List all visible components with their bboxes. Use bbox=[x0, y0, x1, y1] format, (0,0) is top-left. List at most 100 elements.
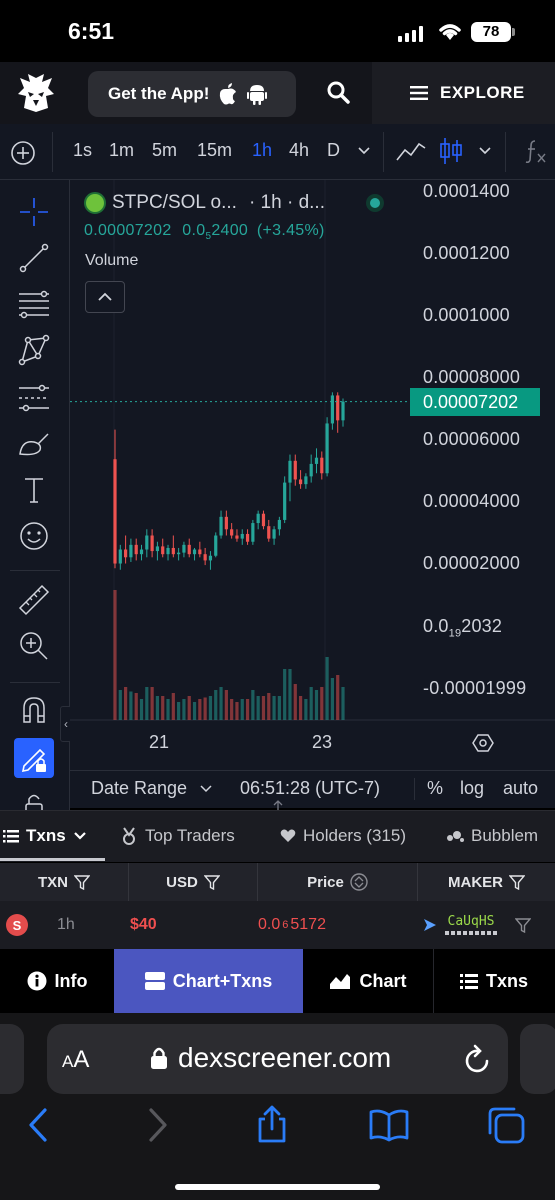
aa-large: A bbox=[73, 1046, 90, 1073]
interval-5m[interactable]: 5m bbox=[152, 140, 177, 161]
candle-body bbox=[272, 529, 276, 539]
swap-currency-icon[interactable] bbox=[350, 873, 368, 891]
interval-1s[interactable]: 1s bbox=[73, 140, 92, 161]
legend-collapse-button[interactable] bbox=[85, 281, 125, 313]
status-time: 6:51 bbox=[68, 18, 115, 44]
percent-scale-toggle[interactable]: % bbox=[427, 778, 443, 799]
chart-legend-title[interactable]: STPC/SOL o... · 1h · d... bbox=[84, 192, 325, 214]
legend-price: 0.00007202 bbox=[84, 222, 172, 239]
candle-body bbox=[235, 535, 239, 539]
line-chart-type-icon[interactable] bbox=[395, 138, 427, 164]
log-scale-toggle[interactable]: log bbox=[460, 778, 484, 799]
forecast-tool-icon[interactable] bbox=[16, 380, 52, 416]
volume-bar bbox=[272, 696, 276, 720]
candle-body bbox=[145, 535, 149, 550]
fib-retracement-tool-icon[interactable] bbox=[16, 286, 52, 322]
brush-tool-icon[interactable] bbox=[16, 426, 52, 462]
url-text[interactable]: dexscreener.com bbox=[178, 1042, 391, 1074]
column-maker-label: MAKER bbox=[448, 873, 503, 891]
chevron-down-icon[interactable] bbox=[357, 146, 371, 156]
candle-body bbox=[320, 457, 324, 474]
candle-body bbox=[298, 479, 303, 485]
price-axis-label: 0.00008000 bbox=[423, 367, 521, 387]
candle-body bbox=[171, 547, 175, 555]
chart-settings-icon[interactable] bbox=[472, 732, 494, 754]
txn-maker[interactable]: CaUqHS bbox=[422, 901, 531, 949]
crosshair-tool-icon[interactable] bbox=[16, 194, 52, 230]
filter-icon[interactable] bbox=[74, 874, 90, 890]
chevron-down-icon[interactable] bbox=[478, 146, 492, 156]
tab-bubblemaps[interactable]: Bubblem bbox=[446, 826, 538, 846]
site-header: Get the App! EXPLORE bbox=[0, 62, 555, 124]
interval-1h[interactable]: 1h bbox=[252, 140, 272, 161]
battery-icon: 78 bbox=[471, 22, 515, 42]
back-icon[interactable] bbox=[26, 1107, 50, 1143]
reload-icon[interactable] bbox=[463, 1043, 493, 1075]
column-price-label: Price bbox=[307, 873, 344, 891]
text-tool-icon[interactable] bbox=[16, 472, 52, 508]
unlock-tool-icon[interactable] bbox=[16, 788, 52, 810]
view-txns-button[interactable]: Txns bbox=[433, 949, 555, 1013]
timezone-clock[interactable]: 06:51:28 (UTC-7) bbox=[240, 778, 380, 799]
column-price[interactable]: Price bbox=[258, 863, 418, 901]
filter-icon[interactable] bbox=[515, 917, 531, 933]
view-chart-button[interactable]: Chart bbox=[303, 949, 433, 1013]
interval-1m[interactable]: 1m bbox=[109, 140, 134, 161]
tabs-icon[interactable] bbox=[486, 1105, 526, 1145]
bookmarks-icon[interactable] bbox=[368, 1107, 410, 1143]
interval-d[interactable]: D bbox=[327, 140, 340, 161]
tab-top-traders-label: Top Traders bbox=[145, 826, 235, 845]
add-symbol-icon[interactable] bbox=[10, 140, 36, 166]
active-tab-indicator bbox=[0, 858, 105, 861]
medal-icon bbox=[123, 827, 135, 845]
forward-icon[interactable] bbox=[146, 1107, 170, 1143]
candle-body bbox=[139, 549, 144, 555]
bubbles-icon bbox=[447, 831, 464, 842]
candle-body bbox=[155, 546, 160, 552]
candle-body bbox=[325, 423, 329, 474]
info-icon bbox=[27, 971, 46, 991]
tab-holders[interactable]: Holders (315) bbox=[280, 826, 406, 846]
candle-body bbox=[293, 460, 297, 480]
reader-options-button[interactable]: AA bbox=[62, 1046, 89, 1074]
legend-change-prefix: 0.0 bbox=[182, 222, 206, 239]
chevron-down-icon[interactable] bbox=[200, 784, 212, 793]
emoji-tool-icon[interactable] bbox=[16, 518, 52, 554]
column-txn[interactable]: TXN bbox=[0, 863, 129, 901]
get-app-button[interactable]: Get the App! bbox=[88, 71, 296, 117]
measure-tool-icon[interactable] bbox=[16, 582, 52, 618]
filter-icon[interactable] bbox=[203, 874, 220, 890]
price-axis-label: 0.0001000 bbox=[423, 305, 510, 325]
volume-bar bbox=[293, 684, 297, 720]
candles-chart-type-icon[interactable] bbox=[439, 136, 463, 166]
date-range-button[interactable]: Date Range bbox=[91, 778, 187, 799]
share-icon[interactable] bbox=[253, 1104, 291, 1144]
volume-bar bbox=[235, 702, 239, 720]
dexscreener-logo-icon[interactable] bbox=[16, 74, 56, 112]
search-icon[interactable] bbox=[326, 80, 352, 106]
view-info-button[interactable]: Info bbox=[0, 949, 114, 1013]
column-maker[interactable]: MAKER bbox=[418, 863, 555, 901]
view-chart-txns-button[interactable]: Chart+Txns bbox=[114, 949, 303, 1013]
auto-scale-toggle[interactable]: auto bbox=[503, 778, 538, 799]
indicators-fx-icon[interactable] bbox=[523, 138, 549, 164]
lock-drawings-tool-icon[interactable] bbox=[14, 738, 54, 778]
zoom-in-tool-icon[interactable] bbox=[16, 628, 52, 664]
trend-line-tool-icon[interactable] bbox=[16, 240, 52, 276]
apple-icon bbox=[220, 83, 237, 105]
interval-4h[interactable]: 4h bbox=[289, 140, 309, 161]
symbol-label: STPC/SOL o... bbox=[112, 192, 237, 213]
candle-body bbox=[124, 549, 128, 558]
tab-top-traders[interactable]: Top Traders bbox=[120, 826, 235, 846]
next-tab-preview[interactable] bbox=[520, 1024, 555, 1094]
filter-icon[interactable] bbox=[509, 874, 525, 890]
magnet-tool-icon[interactable] bbox=[16, 692, 52, 728]
explore-button[interactable]: EXPLORE bbox=[372, 62, 555, 124]
tab-txns[interactable]: Txns bbox=[3, 826, 87, 846]
pattern-tool-icon[interactable] bbox=[16, 332, 52, 368]
column-usd[interactable]: USD bbox=[129, 863, 258, 901]
interval-15m[interactable]: 15m bbox=[197, 140, 232, 161]
previous-tab-preview[interactable] bbox=[0, 1024, 24, 1094]
price-axis-label: 0.0001200 bbox=[423, 243, 510, 263]
volume-bar bbox=[124, 687, 128, 720]
